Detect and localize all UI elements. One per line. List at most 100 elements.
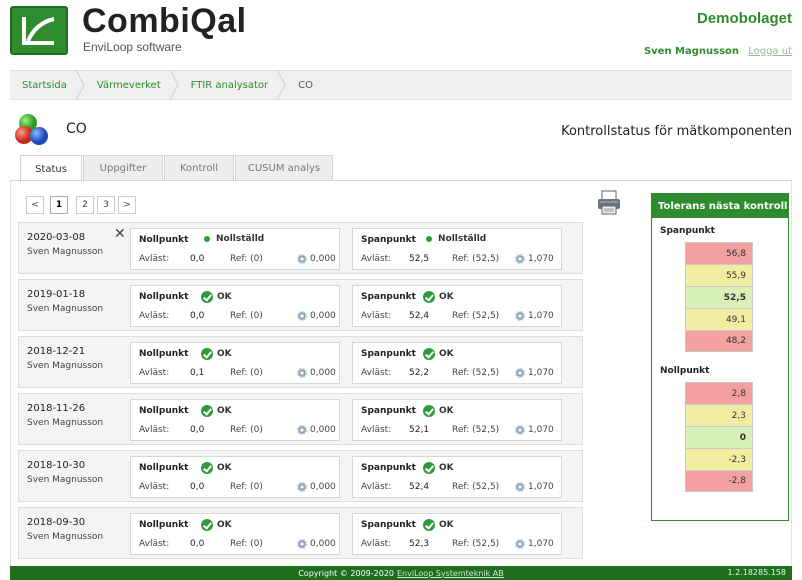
span-point-label: Spanpunkt (361, 292, 416, 302)
deviation-value: 1,070 (528, 311, 554, 321)
status-text: OK (217, 520, 232, 530)
next-page-button[interactable]: > (118, 196, 136, 214)
page-title: CO (66, 121, 87, 137)
control-record-row: 2018-11-26 Sven Magnusson Nollpunkt OK Avläs… (18, 393, 583, 445)
zero-point-box: Nollpunkt OK Avläst: 0,0 Ref: (0) 0,000 (130, 513, 340, 555)
read-label: Avläst: (139, 425, 170, 435)
zero-point-box: Nollpunkt OK Avläst: 0,1 Ref: (0) 0,000 (130, 342, 340, 384)
reference-value: Ref: (52,5) (452, 425, 500, 435)
status-indicator: OK (201, 519, 232, 531)
status-indicator: OK (423, 462, 454, 474)
pagination: < 1 2 3 > (26, 196, 142, 214)
gear-icon (515, 539, 525, 549)
read-label: Avläst: (139, 539, 170, 549)
reference-value: Ref: (0) (230, 425, 263, 435)
tolerance-cell: 2,8 (685, 382, 753, 404)
company-link[interactable]: EnviLoop Systemteknik AB (397, 569, 504, 578)
tolerance-cell: 2,3 (685, 404, 753, 426)
record-user: Sven Magnusson (27, 418, 104, 428)
read-value: 0,0 (190, 482, 205, 492)
gear-icon (515, 254, 525, 264)
deviation-value: 0,000 (310, 539, 336, 549)
gear-icon (297, 311, 307, 321)
read-label: Avläst: (361, 425, 392, 435)
ok-check-icon (201, 519, 213, 531)
status-indicator: OK (201, 462, 232, 474)
status-dot-icon (204, 236, 210, 242)
read-value: 0,0 (190, 254, 205, 264)
logout-link[interactable]: Logga ut (748, 46, 792, 57)
delete-icon[interactable]: ✕ (114, 227, 126, 241)
span-point-box: Spanpunkt OK Avläst: 52,4 Ref: (52,5) 1,070 (352, 456, 562, 498)
read-label: Avläst: (361, 311, 392, 321)
read-value: 0,0 (190, 311, 205, 321)
status-indicator: Nollställd (201, 234, 264, 244)
breadcrumb-label: FTIR analysator (190, 79, 269, 91)
tolerance-title: Tolerans nästa kontroll (652, 194, 788, 218)
footer: Copyright © 2009-2020 EnviLoop Systemtek… (10, 566, 792, 580)
zero-point-label: Nollpunkt (139, 235, 189, 245)
breadcrumb-label: Värmeverket (96, 79, 161, 91)
logo-mark-icon (22, 17, 55, 45)
tab-cusum-analys[interactable]: CUSUM analys (235, 155, 333, 181)
zero-point-label: Nollpunkt (139, 349, 189, 359)
company-name[interactable]: Demobolaget (697, 10, 792, 27)
user-name[interactable]: Sven Magnusson (644, 46, 739, 57)
control-record-row: 2018-12-21 Sven Magnusson Nollpunkt OK Avläs… (18, 336, 583, 388)
gear-icon (297, 539, 307, 549)
ok-check-icon (423, 405, 435, 417)
status-indicator: Nollställd (423, 234, 486, 244)
tolerance-cell: -2,8 (685, 470, 753, 492)
zero-point-box: Nollpunkt OK Avläst: 0,0 Ref: (0) 0,000 (130, 399, 340, 441)
status-indicator: OK (423, 519, 454, 531)
page-1-button[interactable]: 1 (50, 196, 68, 214)
record-date: 2018-11-26 (27, 403, 86, 414)
ok-check-icon (423, 519, 435, 531)
tab-uppgifter[interactable]: Uppgifter (83, 155, 163, 181)
control-records: 2020-03-08 Sven Magnusson ✕ Nollpunkt Nollst… (18, 222, 583, 564)
read-value: 0,1 (190, 368, 205, 378)
app-header: CombiQal EnviLoop software Demobolaget S… (0, 0, 802, 64)
breadcrumb-label: CO (298, 79, 314, 91)
page-subtitle: Kontrollstatus för mätkomponenten (561, 124, 792, 139)
read-value: 52,3 (409, 539, 430, 549)
span-point-box: Spanpunkt OK Avläst: 52,4 Ref: (52,5) 1,070 (352, 285, 562, 327)
status-text: Nollställd (438, 234, 487, 244)
breadcrumb-item[interactable]: FTIR analysator (179, 70, 287, 100)
tolerance-span-values: 56,8 55,9 52,5 49,1 48,2 (685, 242, 753, 352)
record-date: 2018-09-30 (27, 517, 86, 528)
breadcrumb-item[interactable]: Startsida (10, 70, 85, 100)
tab-status[interactable]: Status (20, 155, 82, 182)
reference-value: Ref: (52,5) (452, 368, 500, 378)
status-indicator: OK (423, 405, 454, 417)
printer-icon[interactable] (596, 190, 622, 216)
molecule-icon (15, 114, 48, 145)
reference-value: Ref: (0) (230, 482, 263, 492)
read-value: 52,2 (409, 368, 430, 378)
ok-check-icon (423, 291, 435, 303)
content-border-left (10, 181, 11, 566)
reference-value: Ref: (52,5) (452, 311, 500, 321)
reference-value: Ref: (52,5) (452, 482, 500, 492)
breadcrumb-item[interactable]: Värmeverket (85, 70, 179, 100)
status-text: OK (439, 349, 454, 359)
tab-kontroll[interactable]: Kontroll (164, 155, 234, 181)
tolerance-panel: Tolerans nästa kontroll Spanpunkt 56,8 55… (651, 193, 789, 521)
page-2-button[interactable]: 2 (76, 196, 94, 214)
read-value: 0,0 (190, 425, 205, 435)
deviation-value: 1,070 (528, 482, 554, 492)
read-label: Avläst: (139, 482, 170, 492)
status-indicator: OK (201, 291, 232, 303)
page-3-button[interactable]: 3 (97, 196, 115, 214)
control-record-row: 2018-10-30 Sven Magnusson Nollpunkt OK Avläs… (18, 450, 583, 502)
tabs-divider (10, 180, 792, 181)
reference-value: Ref: (0) (230, 368, 263, 378)
breadcrumb-item: CO (286, 70, 331, 100)
combiqal-logo[interactable] (10, 6, 68, 55)
status-text: OK (217, 349, 232, 359)
status-text: OK (439, 406, 454, 416)
prev-page-button[interactable]: < (26, 196, 44, 214)
zero-point-label: Nollpunkt (139, 463, 189, 473)
gear-icon (515, 368, 525, 378)
read-label: Avläst: (139, 368, 170, 378)
